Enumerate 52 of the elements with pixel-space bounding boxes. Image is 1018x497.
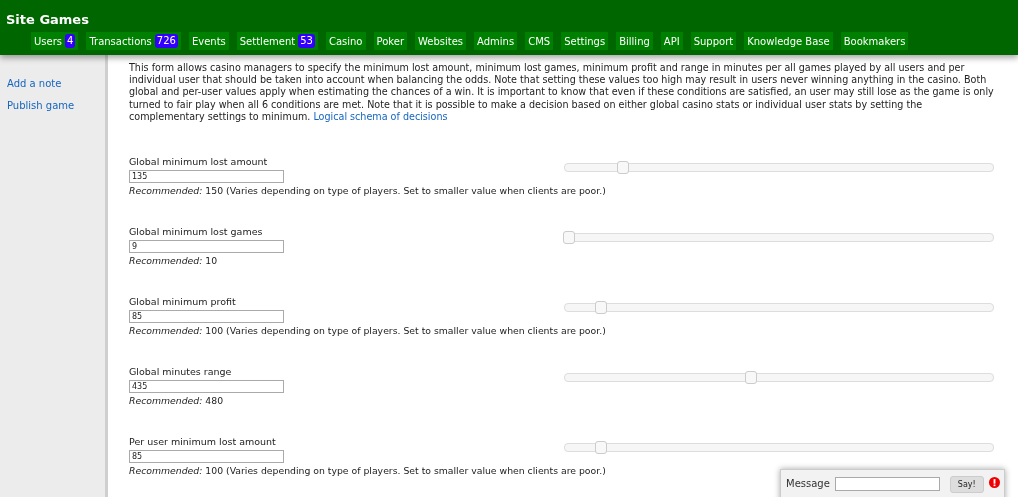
site-title: Site Games — [5, 11, 90, 29]
nav-tab[interactable]: Settlement 53 — [236, 32, 318, 50]
count-badge: 53 — [298, 34, 315, 48]
nav-tab[interactable]: CMS — [525, 32, 554, 50]
recommendation-note: Recommended: 150 (Varies depending on type of players. Set to smaller value when clients are poor.) — [129, 184, 606, 197]
slider-thumb[interactable] — [616, 161, 629, 174]
sidebar-link[interactable]: Add a note — [7, 77, 105, 91]
field-label: Global minimum profit — [129, 296, 237, 308]
recommendation-note: Recommended: 100 (Varies depending on type of players. Set to smaller value when clients are poor.) — [129, 464, 606, 477]
nav-tab[interactable]: Users 4 — [31, 32, 79, 50]
field-label: Per user minimum lost amount — [129, 436, 277, 448]
nav-tab[interactable]: API — [660, 32, 683, 50]
field-label: Global minimum lost games — [129, 226, 264, 238]
recommendation-note: Recommended: 10 — [129, 254, 218, 267]
slider-thumb[interactable] — [595, 441, 608, 454]
nav-tab[interactable]: Transactions 726 — [86, 32, 181, 50]
nav-tab[interactable]: Billing — [616, 32, 653, 50]
input-field[interactable]: 135 — [129, 170, 284, 183]
sidebar-link[interactable]: Publish game — [7, 99, 105, 113]
input-field[interactable]: 9 — [129, 240, 284, 253]
nav-tab[interactable]: Support — [690, 32, 737, 50]
message-field[interactable] — [834, 477, 940, 491]
recommendation-note: Recommended: 100 (Varies depending on type of players. Set to smaller value when clients are poor.) — [129, 324, 606, 337]
message-label: Message — [786, 477, 830, 491]
nav-tab[interactable]: Bookmakers — [840, 32, 909, 50]
slider-track[interactable] — [564, 373, 994, 382]
say-button[interactable]: Say! — [949, 476, 984, 493]
slider-track[interactable] — [564, 163, 994, 172]
slider-thumb[interactable] — [595, 301, 608, 314]
slider-thumb[interactable] — [745, 371, 758, 384]
field-label: Global minutes range — [129, 366, 233, 378]
nav-tab[interactable]: Websites — [415, 32, 467, 50]
nav-tab[interactable]: Casino — [325, 32, 366, 50]
error-icon — [988, 477, 1000, 488]
nav-tab[interactable]: Settings — [561, 32, 609, 50]
slider-track[interactable] — [564, 233, 994, 242]
input-field[interactable]: 85 — [129, 310, 284, 323]
nav-tab[interactable]: Events — [188, 32, 229, 50]
count-badge: 726 — [154, 34, 178, 48]
nav-tab[interactable]: Poker — [373, 32, 407, 50]
slider-thumb[interactable] — [562, 231, 575, 244]
schema-link[interactable]: Logical schema of decisions — [313, 110, 448, 122]
slider-track[interactable] — [564, 303, 994, 312]
input-field[interactable]: 435 — [129, 380, 284, 393]
nav-tab[interactable]: Admins — [474, 32, 518, 50]
slider-track[interactable] — [564, 443, 994, 452]
input-field[interactable]: 85 — [129, 450, 284, 463]
field-label: Global minimum lost amount — [129, 156, 269, 168]
nav-tab[interactable]: Knowledge Base — [744, 32, 833, 50]
recommendation-note: Recommended: 480 — [129, 394, 224, 407]
count-badge: 4 — [65, 34, 76, 48]
intro-paragraph: This form allows casino managers to specify the minimum lost amount, minimum lost games, minimum profit and range in minutes per all games played by all users and per individual user that should be taken into account when balancing the odds. Note that setting these values too high may result in users never winning anything in the casino. Both global and per-user values apply when estimating the chances of a win. It is important to know that even if these conditions are satisfied, an user may still lose as the game is only turned to fair play when all 6 conditions are met. Note that it is possible to make a decision based on either global casino stats or individual user stats by setting the complementary settings to minimum. Logical schema of decisions — [129, 62, 995, 123]
